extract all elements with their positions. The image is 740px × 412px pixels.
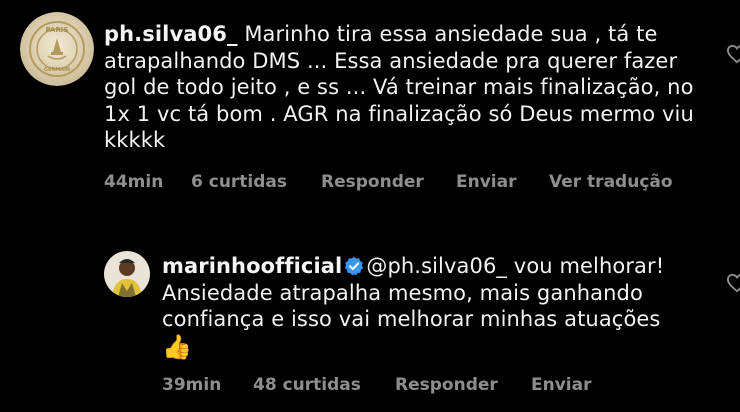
comment-username[interactable]: ph.silva06_	[104, 22, 238, 46]
reply-timestamp: 39min	[162, 375, 222, 395]
verified-icon	[345, 256, 364, 276]
reply-username[interactable]: marinhoofficial	[162, 254, 342, 278]
comment-actions: 44min 6 curtidas Responder Enviar Ver tr…	[104, 172, 704, 194]
likes-count[interactable]: 6 curtidas	[191, 172, 287, 192]
thumbs-up-emoji: 👍	[162, 332, 192, 361]
comment-timestamp: 44min	[104, 172, 164, 192]
reply-likes-count[interactable]: 48 curtidas	[253, 375, 361, 395]
commenter-avatar[interactable]: PARIS GERMAIN	[20, 12, 94, 86]
reply-text: Ansiedade atrapalha mesmo, mais ganhando…	[162, 280, 661, 332]
reply-mention[interactable]: @ph.silva06_	[366, 254, 507, 278]
reply-send-button[interactable]: Enviar	[531, 375, 591, 395]
reply-heart-icon[interactable]	[726, 273, 740, 293]
send-button[interactable]: Enviar	[456, 172, 516, 192]
reply-actions: 39min 48 curtidas Responder Enviar	[162, 375, 702, 397]
comment-body: ph.silva06_ Marinho tira essa ansiedade …	[104, 21, 704, 154]
heart-icon[interactable]	[726, 44, 740, 64]
reply-body: marinhoofficial @ph.silva06_ vou melhora…	[162, 253, 692, 361]
reply-reply-button[interactable]: Responder	[395, 375, 498, 395]
crest-text-top: PARIS	[46, 26, 69, 34]
user-avatar-icon	[104, 251, 150, 297]
psg-crest-icon: PARIS GERMAIN	[20, 12, 94, 86]
crest-text-bottom: GERMAIN	[44, 67, 70, 73]
translate-button[interactable]: Ver tradução	[549, 172, 673, 192]
reply-avatar[interactable]	[104, 251, 150, 297]
reply-text-line1: vou melhorar!	[507, 254, 665, 278]
reply-button[interactable]: Responder	[321, 172, 424, 192]
